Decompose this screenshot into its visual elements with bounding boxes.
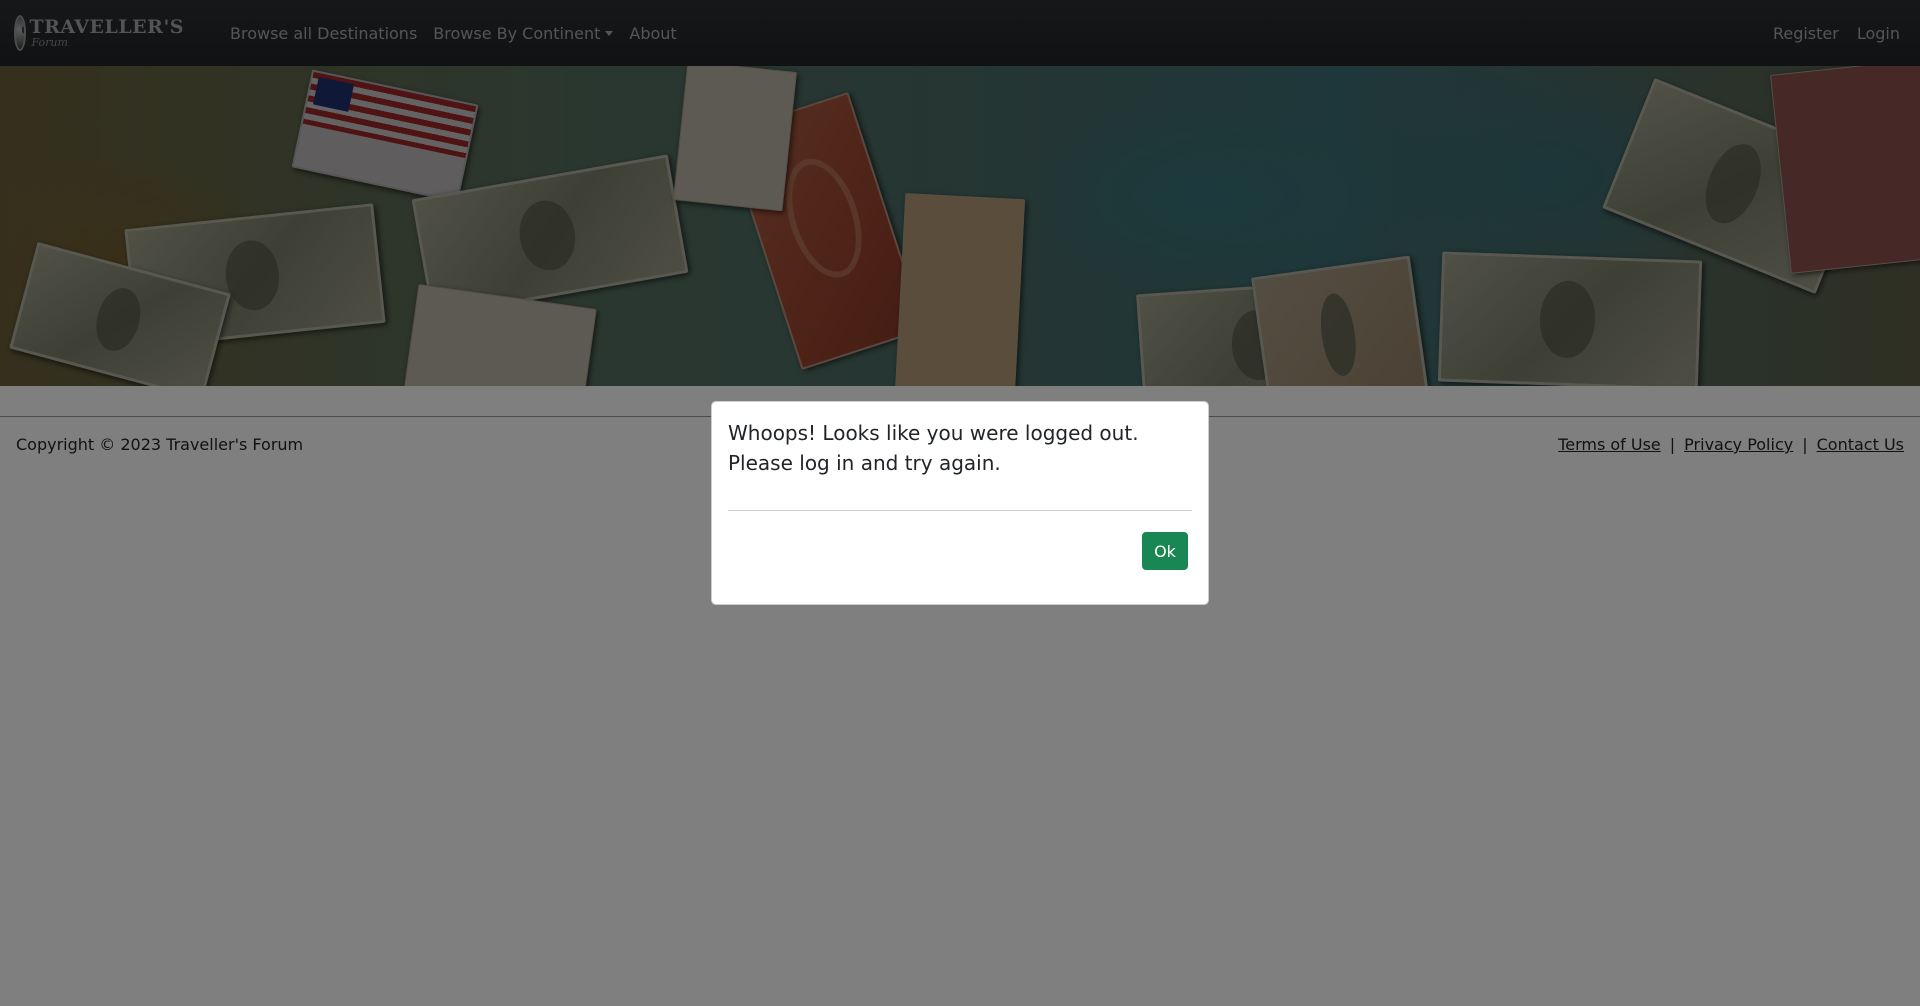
ok-button[interactable]: Ok bbox=[1142, 532, 1188, 570]
logged-out-dialog: Whoops! Looks like you were logged out. … bbox=[711, 401, 1209, 605]
dialog-message: Whoops! Looks like you were logged out. … bbox=[728, 421, 1139, 475]
dialog-divider bbox=[728, 510, 1192, 511]
